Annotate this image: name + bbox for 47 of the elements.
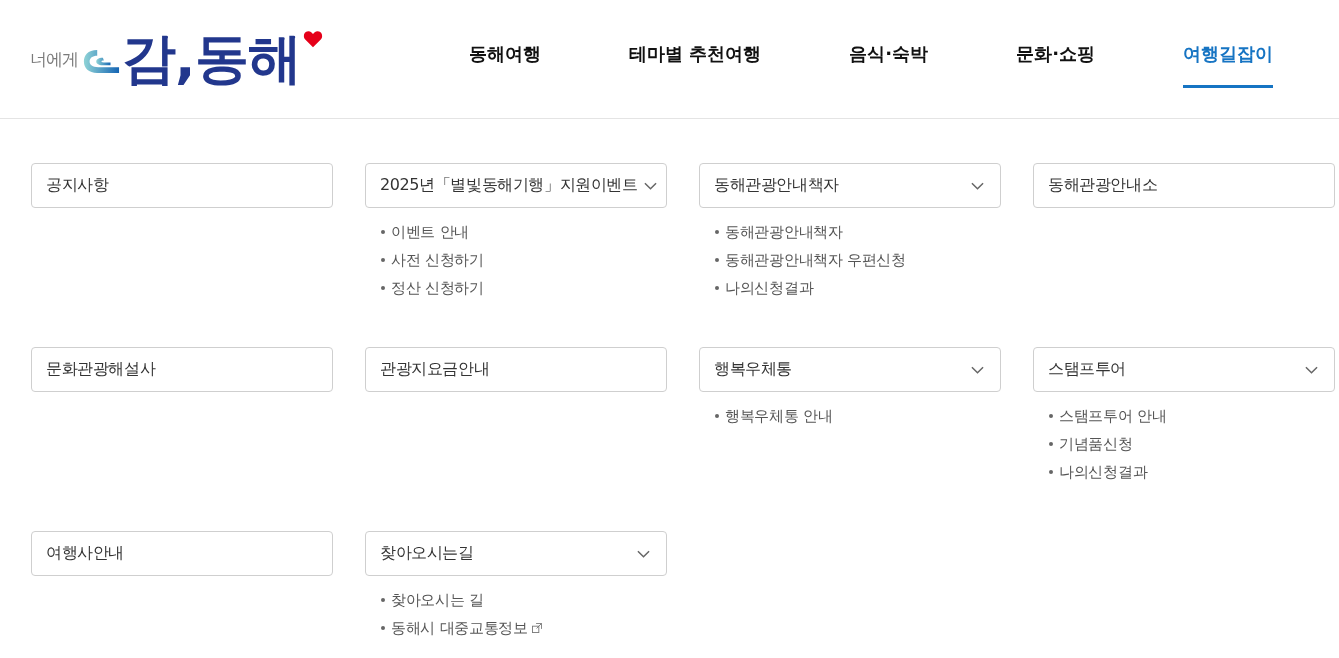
submenu-link[interactable]: 동해시 대중교통정보 (391, 618, 542, 638)
chevron-down-icon (971, 365, 984, 374)
bullet-icon (1049, 414, 1053, 418)
category-button[interactable]: 동해관광안내책자 (699, 163, 1001, 208)
logo-wordmark[interactable]: 감,동해 (122, 32, 301, 86)
bullet-icon (381, 626, 385, 630)
bullet-icon (1049, 442, 1053, 446)
bullet-icon (715, 230, 719, 234)
category-button[interactable]: 행복우체통 (699, 347, 1001, 392)
submenu-link[interactable]: 정산 신청하기 (391, 278, 484, 298)
submenu-link[interactable]: 행복우체통 안내 (725, 406, 833, 426)
bullet-icon (1049, 470, 1053, 474)
bullet-icon (381, 258, 385, 262)
submenu-link[interactable]: 이벤트 안내 (391, 222, 469, 242)
category-button[interactable]: 관광지요금안내 (365, 347, 667, 392)
category-button[interactable]: 여행사안내 (31, 531, 333, 576)
category-button[interactable]: 스탬프투어 (1033, 347, 1335, 392)
chevron-down-icon (971, 181, 984, 190)
category-button[interactable]: 문화관광해설사 (31, 347, 333, 392)
nav-tab[interactable]: 문화·쇼핑 (1016, 0, 1095, 88)
chevron-down-icon (643, 181, 657, 190)
logo-tagline: 너에게 (30, 47, 78, 71)
chevron-down-icon (637, 549, 650, 558)
bullet-icon (715, 286, 719, 290)
bullet-icon (715, 414, 719, 418)
category-button[interactable]: 공지사항 (31, 163, 333, 208)
category-button[interactable]: 동해관광안내소 (1033, 163, 1335, 208)
bullet-icon (381, 598, 385, 602)
chevron-down-icon (1305, 365, 1318, 374)
submenu-link[interactable]: 동해관광안내책자 우편신청 (725, 250, 906, 270)
submenu-link[interactable]: 나의신청결과 (1059, 462, 1148, 482)
category-button[interactable]: 2025년「별빛동해기행」지원이벤트 (365, 163, 667, 208)
nav-tab[interactable]: 동해여행 (469, 0, 542, 88)
nav-tab[interactable]: 테마별 추천여행 (629, 0, 762, 88)
bullet-icon (715, 258, 719, 262)
nav-tab[interactable]: 여행길잡이 (1183, 0, 1273, 88)
submenu-link[interactable]: 스탬프투어 안내 (1059, 406, 1167, 426)
submenu-link[interactable]: 사전 신청하기 (391, 250, 484, 270)
bullet-icon (381, 286, 385, 290)
submenu-link[interactable]: 기념품신청 (1059, 434, 1133, 454)
category-button[interactable]: 찾아오시는길 (365, 531, 667, 576)
submenu-link[interactable]: 나의신청결과 (725, 278, 814, 298)
submenu-link[interactable]: 찾아오시는 길 (391, 590, 484, 610)
submenu-link[interactable]: 동해관광안내책자 (725, 222, 843, 242)
nav-tab[interactable]: 음식·숙박 (849, 0, 929, 88)
heart-icon (302, 30, 323, 48)
bullet-icon (381, 230, 385, 234)
